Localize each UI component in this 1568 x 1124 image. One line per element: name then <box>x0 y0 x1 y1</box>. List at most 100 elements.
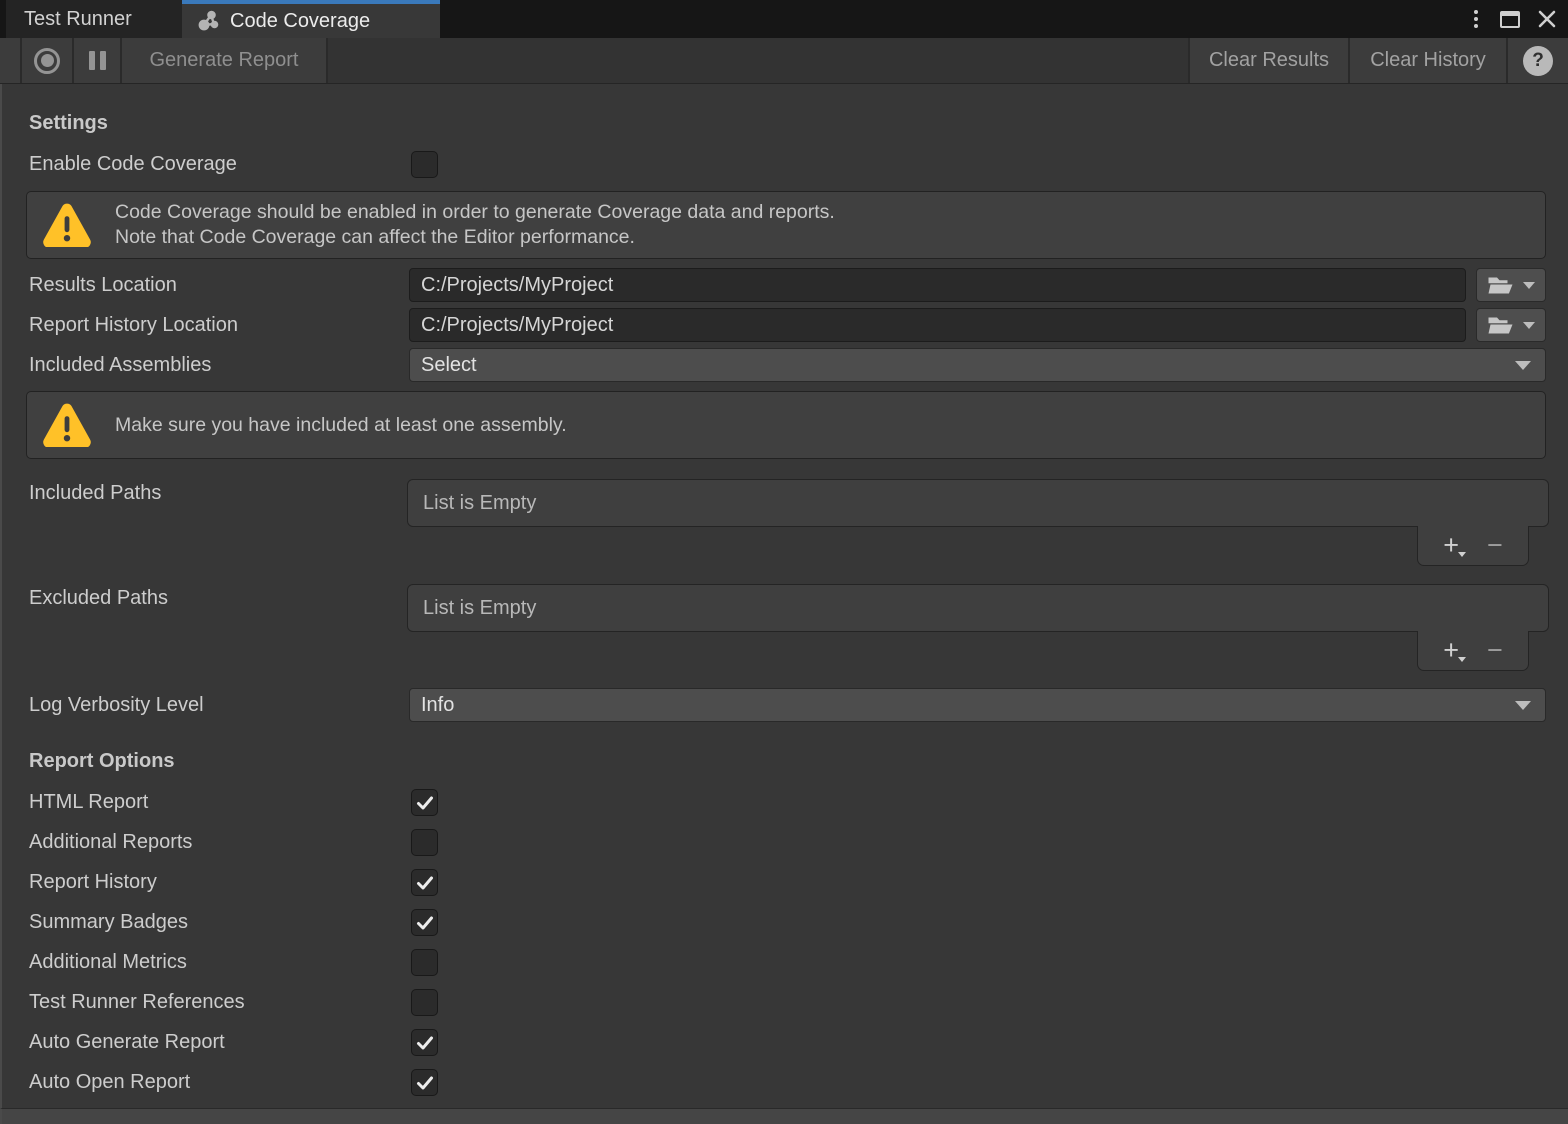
kebab-menu-icon[interactable] <box>1468 6 1484 32</box>
report-option-row: Auto Open Report <box>2 1069 1568 1096</box>
enable-code-coverage-label: Enable Code Coverage <box>29 151 237 178</box>
clear-history-label: Clear History <box>1370 49 1486 72</box>
report-option-checkbox[interactable] <box>411 1029 438 1056</box>
included-paths-label: Included Paths <box>29 480 161 507</box>
enable-code-coverage-checkbox[interactable] <box>411 151 438 178</box>
tab-code-coverage[interactable]: Code Coverage <box>182 0 440 38</box>
report-option-checkbox[interactable] <box>411 949 438 976</box>
toolbar-spacer <box>0 38 22 83</box>
enable-warning-line2: Note that Code Coverage can affect the E… <box>115 225 835 250</box>
report-option-checkbox[interactable] <box>411 909 438 936</box>
report-option-row: Summary Badges <box>2 909 1568 936</box>
add-dropdown-caret-icon <box>1458 657 1466 662</box>
report-option-row: Additional Metrics <box>2 949 1568 976</box>
report-options-section-title: Report Options <box>29 750 175 773</box>
report-option-row: Test Runner References <box>2 989 1568 1016</box>
enable-warning-box: Code Coverage should be enabled in order… <box>26 191 1546 259</box>
remove-included-path-button[interactable]: − <box>1487 532 1503 559</box>
results-location-input[interactable]: C:/Projects/MyProject <box>409 268 1466 302</box>
chevron-down-icon <box>1515 361 1531 370</box>
report-option-label: Auto Open Report <box>29 1069 190 1096</box>
report-option-checkbox[interactable] <box>411 869 438 896</box>
settings-panel: Settings Enable Code Coverage Code Cover… <box>0 84 1568 1108</box>
pause-button[interactable] <box>74 38 122 83</box>
report-options-list: HTML Report Additional Reports Report Hi… <box>2 789 1568 1109</box>
remove-excluded-path-button[interactable]: − <box>1487 637 1503 664</box>
warning-icon <box>43 203 91 247</box>
assemblies-warning-text: Make sure you have included at least one… <box>115 413 567 438</box>
report-option-label: Auto Generate Report <box>29 1029 225 1056</box>
included-paths-footer: + − <box>1417 526 1529 566</box>
log-verbosity-dropdown[interactable]: Info <box>409 688 1546 722</box>
clear-results-button[interactable]: Clear Results <box>1188 38 1348 83</box>
report-option-row: Additional Reports <box>2 829 1568 856</box>
report-option-row: Report History <box>2 869 1568 896</box>
add-dropdown-caret-icon <box>1458 552 1466 557</box>
enable-warning-text: Code Coverage should be enabled in order… <box>115 200 835 250</box>
results-location-value: C:/Projects/MyProject <box>421 274 613 297</box>
log-verbosity-value: Info <box>421 694 454 717</box>
tab-test-runner-label: Test Runner <box>24 8 132 31</box>
toolbar-left-group: Generate Report <box>0 38 328 83</box>
tab-test-runner[interactable]: Test Runner <box>6 0 182 38</box>
report-option-checkbox[interactable] <box>411 1069 438 1096</box>
maximize-icon[interactable] <box>1500 11 1520 28</box>
pause-icon <box>89 51 106 70</box>
report-history-location-value: C:/Projects/MyProject <box>421 314 613 337</box>
results-location-browse-button[interactable] <box>1476 268 1546 302</box>
record-button[interactable] <box>22 38 74 83</box>
report-option-label: Summary Badges <box>29 909 188 936</box>
toolbar-right-group: Clear Results Clear History ? <box>1188 38 1568 83</box>
report-history-location-label: Report History Location <box>29 312 238 339</box>
report-option-checkbox[interactable] <box>411 989 438 1016</box>
log-verbosity-label: Log Verbosity Level <box>29 692 204 719</box>
report-option-checkbox[interactable] <box>411 829 438 856</box>
report-option-label: Additional Metrics <box>29 949 187 976</box>
generate-report-button[interactable]: Generate Report <box>122 38 328 83</box>
generate-report-label: Generate Report <box>150 49 299 72</box>
included-paths-empty-text: List is Empty <box>423 492 536 515</box>
window-bottom-edge <box>0 1108 1568 1124</box>
tab-bar: Test Runner Code Coverage <box>0 0 1568 38</box>
included-assemblies-dropdown[interactable]: Select <box>409 348 1546 382</box>
clear-history-button[interactable]: Clear History <box>1348 38 1506 83</box>
enable-warning-line1: Code Coverage should be enabled in order… <box>115 200 835 225</box>
excluded-paths-label: Excluded Paths <box>29 585 168 612</box>
code-coverage-window: Test Runner Code Coverage <box>0 0 1568 1124</box>
help-icon: ? <box>1523 46 1553 76</box>
folder-dropdown-arrow-icon <box>1523 282 1535 289</box>
warning-icon <box>43 403 91 447</box>
window-controls <box>1468 0 1558 38</box>
chevron-down-icon <box>1515 701 1531 710</box>
report-option-label: HTML Report <box>29 789 148 816</box>
add-excluded-path-button[interactable]: + <box>1443 637 1459 664</box>
close-icon[interactable] <box>1536 8 1558 30</box>
excluded-paths-footer: + − <box>1417 631 1529 671</box>
tab-code-coverage-label: Code Coverage <box>230 10 370 33</box>
toolbar: Generate Report Clear Results Clear Hist… <box>0 38 1568 84</box>
clear-results-label: Clear Results <box>1209 49 1329 72</box>
included-assemblies-value: Select <box>421 354 477 377</box>
report-option-checkbox[interactable] <box>411 789 438 816</box>
record-icon <box>34 48 60 74</box>
help-button[interactable]: ? <box>1506 38 1568 83</box>
code-coverage-icon <box>197 9 221 33</box>
report-option-label: Test Runner References <box>29 989 245 1016</box>
folder-icon <box>1487 315 1514 336</box>
report-history-location-input[interactable]: C:/Projects/MyProject <box>409 308 1466 342</box>
report-history-location-browse-button[interactable] <box>1476 308 1546 342</box>
add-included-path-button[interactable]: + <box>1443 532 1459 559</box>
excluded-paths-list[interactable]: List is Empty <box>407 584 1549 632</box>
folder-dropdown-arrow-icon <box>1523 322 1535 329</box>
excluded-paths-empty-text: List is Empty <box>423 597 536 620</box>
included-paths-list[interactable]: List is Empty <box>407 479 1549 527</box>
report-option-label: Report History <box>29 869 157 896</box>
assemblies-warning-box: Make sure you have included at least one… <box>26 391 1546 459</box>
settings-section-title: Settings <box>29 112 108 135</box>
results-location-label: Results Location <box>29 272 177 299</box>
folder-icon <box>1487 275 1514 296</box>
report-option-row: HTML Report <box>2 789 1568 816</box>
report-option-label: Additional Reports <box>29 829 192 856</box>
included-assemblies-label: Included Assemblies <box>29 352 211 379</box>
report-option-row: Auto Generate Report <box>2 1029 1568 1056</box>
